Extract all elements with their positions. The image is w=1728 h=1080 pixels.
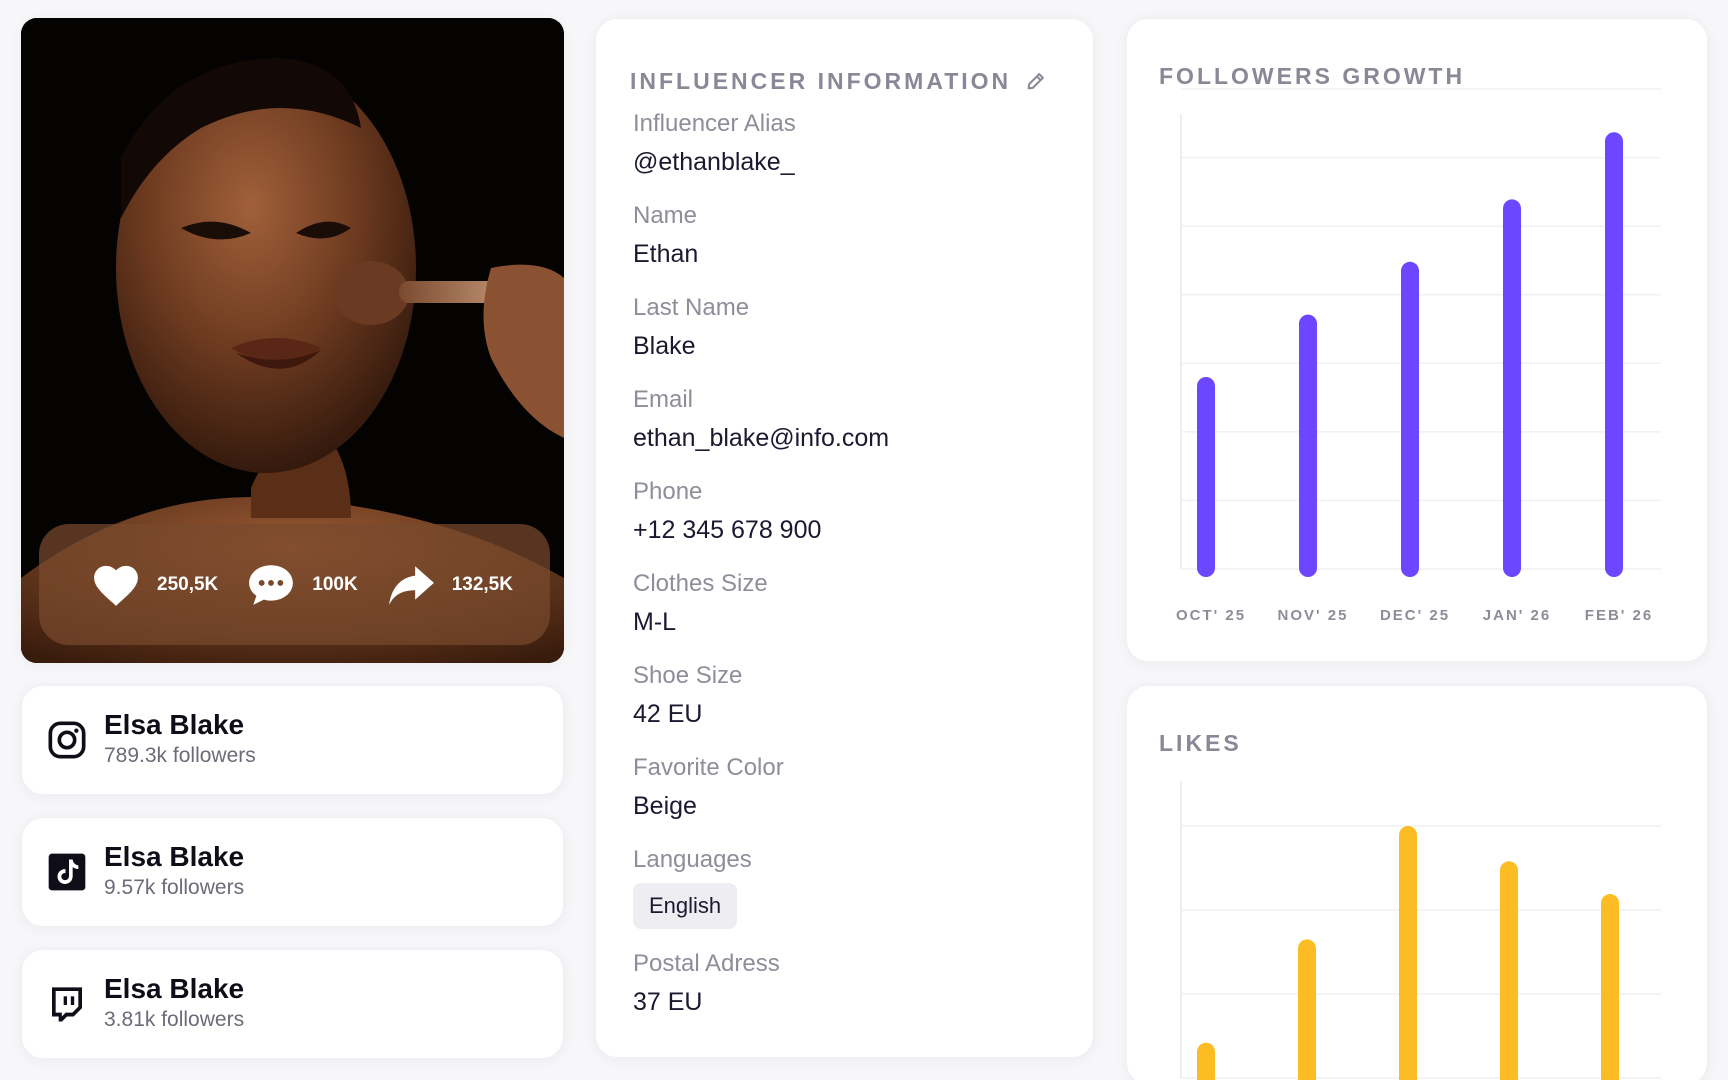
bar [1197,377,1215,577]
field-value[interactable]: Beige [633,787,1093,825]
social-followers: 789.3k followers [104,744,256,767]
bar [1399,826,1417,1080]
field-label: Favorite Color [633,754,784,781]
bar [1401,261,1419,577]
bar [1299,314,1317,577]
field-label: Name [633,202,698,229]
tiktok-icon [47,852,87,892]
instagram-icon [47,720,87,760]
social-name: Elsa Blake [104,973,245,1004]
social-name: Elsa Blake [104,709,245,740]
followers-growth-card: FOLLOWERS GROWTH OCT' 25 NOV' 25 DEC' 25 JA… [1126,18,1708,662]
field-value[interactable]: M-L [633,603,1093,641]
field-postal-address: Postal Adress 37 EU [633,945,1093,1021]
field-label: Influencer Alias [633,110,796,137]
info-fields: Influencer Alias @ethanblake_ Name Ethan… [630,105,1093,1021]
likes-chart [1180,781,1661,1080]
comments-stat[interactable]: 100K [246,560,358,610]
social-followers: 9.57k followers [104,876,245,899]
post-photo-card[interactable]: 250,5K 100K 132,5K [21,18,564,663]
bar [1197,1042,1215,1080]
x-tick-label: NOV' 25 [1278,607,1349,624]
bar [1605,132,1623,577]
post-stats-bar: 250,5K 100K 132,5K [39,524,550,645]
field-label: Postal Adress [633,950,780,977]
likes-stat[interactable]: 250,5K [91,560,218,610]
social-name: Elsa Blake [104,841,245,872]
influencer-info-card: INFLUENCER INFORMATION Influencer Alias … [595,18,1094,1058]
field-value[interactable]: Ethan [633,235,1093,273]
x-tick-label: OCT' 25 [1176,607,1246,624]
social-card-instagram[interactable]: Elsa Blake 789.3k followers [21,685,564,795]
followers-growth-chart: OCT' 25 NOV' 25 DEC' 25 JAN' 26 FEB' 26 [1176,88,1661,624]
likes-card: LIKES [1126,685,1708,1080]
social-card-twitch[interactable]: Elsa Blake 3.81k followers [21,949,564,1059]
field-label: Email [633,386,694,413]
field-label: Clothes Size [633,570,768,597]
field-value[interactable]: +12 345 678 900 [633,511,1093,549]
field-value[interactable]: @ethanblake_ [633,143,1093,181]
info-title: INFLUENCER INFORMATION [630,67,1012,94]
x-tick-label: JAN' 26 [1483,607,1551,624]
social-followers: 3.81k followers [104,1008,245,1031]
info-header: INFLUENCER INFORMATION [630,63,1093,99]
field-phone: Phone +12 345 678 900 [633,473,1093,549]
share-icon [386,560,436,610]
language-tag[interactable]: English [633,883,738,929]
bar [1601,894,1619,1080]
field-shoe-size: Shoe Size 42 EU [633,657,1093,733]
field-languages: Languages English [633,841,1093,929]
field-name: Name Ethan [633,197,1093,273]
bar [1503,199,1521,577]
field-value[interactable]: Blake [633,327,1093,365]
field-label: Languages [633,846,752,873]
comments-count: 100K [312,573,358,595]
x-tick-label: FEB' 26 [1585,607,1653,624]
field-label: Last Name [633,294,750,321]
field-value[interactable]: 42 EU [633,695,1093,733]
field-label: Shoe Size [633,662,743,689]
x-tick-label: DEC' 25 [1380,607,1450,624]
likes-count: 250,5K [157,573,219,595]
heart-icon [91,560,141,610]
field-favorite-color: Favorite Color Beige [633,749,1093,825]
field-label: Phone [633,478,703,505]
field-last-name: Last Name Blake [633,289,1093,365]
shares-count: 132,5K [451,573,513,595]
shares-stat[interactable]: 132,5K [386,560,513,610]
comment-icon [246,560,296,610]
field-clothes-size: Clothes Size M-L [633,565,1093,641]
edit-pencil-icon[interactable] [1025,70,1047,92]
bar [1298,939,1316,1080]
field-value[interactable]: 37 EU [633,983,1093,1021]
field-email: Email ethan_blake@info.com [633,381,1093,457]
twitch-icon [47,984,87,1024]
field-alias: Influencer Alias @ethanblake_ [633,105,1093,181]
social-card-tiktok[interactable]: Elsa Blake 9.57k followers [21,817,564,927]
bar [1500,861,1518,1080]
field-value[interactable]: ethan_blake@info.com [633,419,1093,457]
